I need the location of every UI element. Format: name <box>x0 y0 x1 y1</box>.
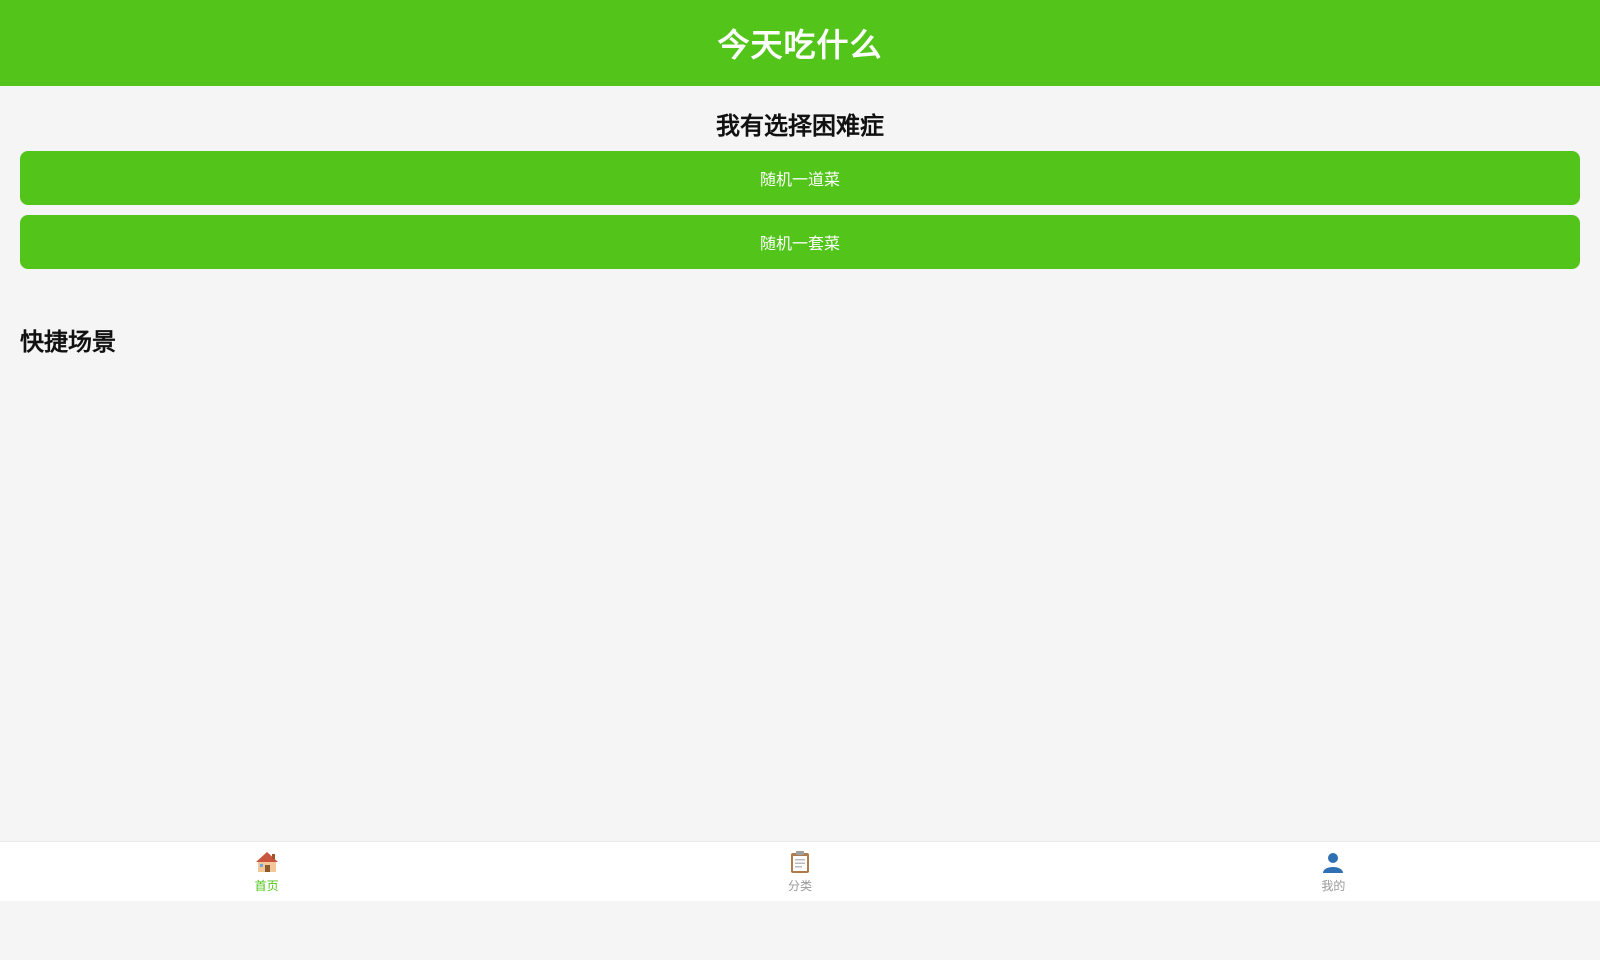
tab-category-label: 分类 <box>787 878 812 893</box>
tab-home-label: 首页 <box>254 878 279 893</box>
decision-section-title: 我有选择困难症 <box>716 112 884 140</box>
tab-category[interactable]: 分类 <box>533 842 1066 901</box>
app-header: 今天吃什么 <box>0 0 1600 86</box>
tab-mine[interactable]: 我的 <box>1067 842 1600 901</box>
random-set-button[interactable]: 随机一套菜 <box>20 215 1580 269</box>
app-title: 今天吃什么 <box>717 26 883 64</box>
home-icon <box>255 850 279 874</box>
random-dish-button[interactable]: 随机一道菜 <box>20 151 1580 205</box>
tab-mine-label: 我的 <box>1321 878 1346 893</box>
tab-home[interactable]: 首页 <box>0 842 533 901</box>
clipboard-icon <box>790 850 810 874</box>
quick-scenes-title: 快捷场景 <box>20 328 116 356</box>
bottom-tabbar: 首页 分类 我的 <box>0 841 1600 901</box>
user-icon <box>1321 850 1345 874</box>
